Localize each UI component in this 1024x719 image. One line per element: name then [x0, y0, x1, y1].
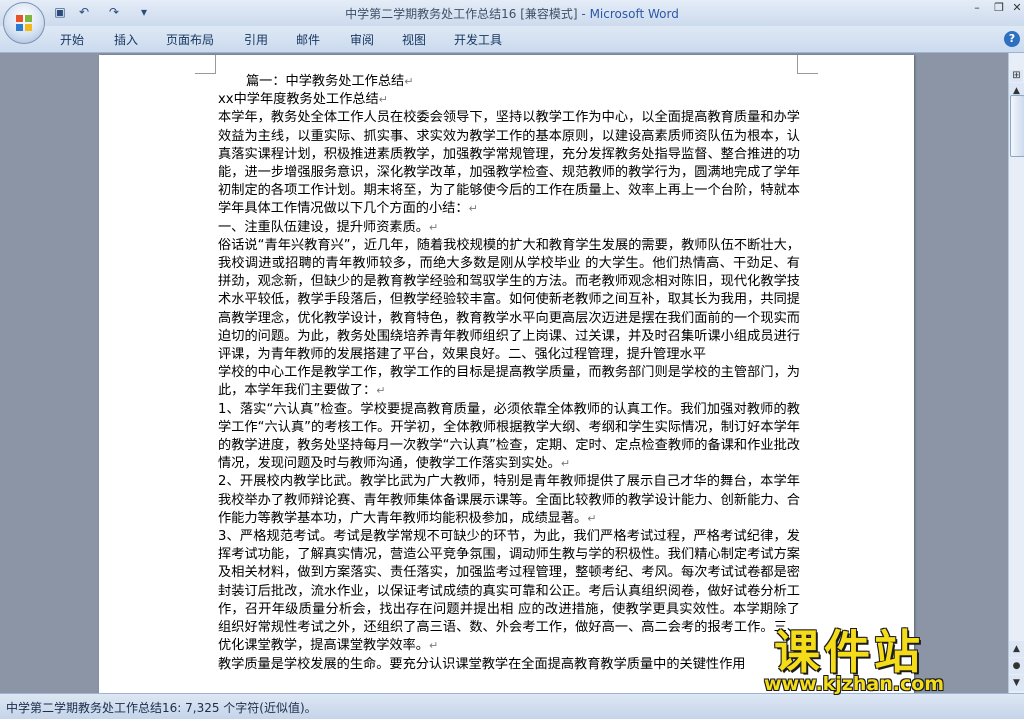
next-page-icon[interactable]: ▼ [1009, 675, 1024, 691]
document-title: 中学第二学期教务处工作总结16 [兼容模式] [345, 7, 578, 21]
crop-mark [797, 55, 818, 74]
scrollbar-thumb[interactable] [1010, 95, 1024, 157]
ribbon-tabs: 开始 插入 页面布局 引用 邮件 审阅 视图 开发工具 ? [0, 26, 1024, 53]
document-paragraph: 俗话说“青年兴教育兴”，近几年，随着我校规模的扩大和教育学生发展的需要，教师队伍… [218, 237, 800, 363]
tab-insert[interactable]: 插入 [114, 31, 138, 48]
watermark-url: www.kjzhan.com [764, 673, 945, 695]
previous-page-icon[interactable]: ▲ [1009, 641, 1024, 657]
close-icon[interactable]: ✕ [1008, 1, 1024, 15]
document-paragraph: 学校的中心工作是教学工作，教学工作的目标是提高教学质量，而教务部门则是学校的主管… [218, 365, 800, 399]
tab-references[interactable]: 引用 [244, 31, 268, 48]
document-paragraph: 1、落实“六认真”检查。学校要提高教育质量，必须依靠全体教师的认真工作。我们加强… [218, 401, 800, 472]
tab-view[interactable]: 视图 [402, 31, 426, 48]
document-paragraph: xx中学年度教务处工作总结↵ [218, 92, 388, 108]
vertical-scrollbar[interactable]: ⊞ ▲ ▲ ● ▼ [1008, 53, 1024, 693]
tab-developer[interactable]: 开发工具 [454, 31, 502, 48]
app-title: - Microsoft Word [577, 7, 679, 21]
document-paragraph: 一、注重队伍建设，提升师资素质。↵ [218, 219, 439, 235]
help-icon[interactable]: ? [1004, 31, 1020, 47]
document-paragraph: 教学质量是学校发展的生命。要充分认识课堂教学在全面提高教育教学质量中的关键性作用 [218, 656, 746, 672]
document-body[interactable]: 篇一：中学教务处工作总结↵ xx中学年度教务处工作总结↵ 本学年，教务处全体工作… [218, 73, 800, 674]
document-heading: 篇一：中学教务处工作总结↵ [246, 74, 414, 89]
tab-page-layout[interactable]: 页面布局 [166, 31, 214, 48]
title-bar: ▣ ↶ ↷ ▾ 中学第二学期教务处工作总结16 [兼容模式] - Microso… [0, 0, 1024, 26]
document-page[interactable]: 篇一：中学教务处工作总结↵ xx中学年度教务处工作总结↵ 本学年，教务处全体工作… [99, 55, 914, 693]
office-logo-icon [16, 15, 32, 31]
restore-icon[interactable]: ❐ [990, 1, 1008, 15]
document-paragraph: 2、开展校内教学比武。教学比武为广大教师，特别是青年教师提供了展示自己才华的舞台… [218, 474, 800, 526]
tab-home[interactable]: 开始 [60, 31, 84, 48]
window-title: 中学第二学期教务处工作总结16 [兼容模式] - Microsoft Word [0, 5, 1024, 22]
view-ruler-icon[interactable]: ⊞ [1010, 70, 1023, 82]
office-button[interactable] [3, 2, 45, 44]
crop-mark [195, 55, 216, 74]
document-workspace: 篇一：中学教务处工作总结↵ xx中学年度教务处工作总结↵ 本学年，教务处全体工作… [0, 53, 1008, 693]
tab-mailings[interactable]: 邮件 [296, 31, 320, 48]
minimize-icon[interactable]: – [968, 1, 986, 15]
tab-review[interactable]: 审阅 [350, 31, 374, 48]
document-paragraph: 3、严格规范考试。考试是教学常规不可缺少的环节，为此，我们严格考试过程，严格考试… [218, 529, 800, 654]
word-count-status[interactable]: 中学第二学期教务处工作总结16: 7,325 个字符(近似值)。 [6, 699, 317, 716]
status-bar: 中学第二学期教务处工作总结16: 7,325 个字符(近似值)。 [0, 693, 1024, 719]
document-paragraph: 本学年，教务处全体工作人员在校委会领导下，坚持以教学工作为中心，以全面提高教育质… [218, 110, 800, 217]
select-browse-object-icon[interactable]: ● [1009, 658, 1024, 674]
